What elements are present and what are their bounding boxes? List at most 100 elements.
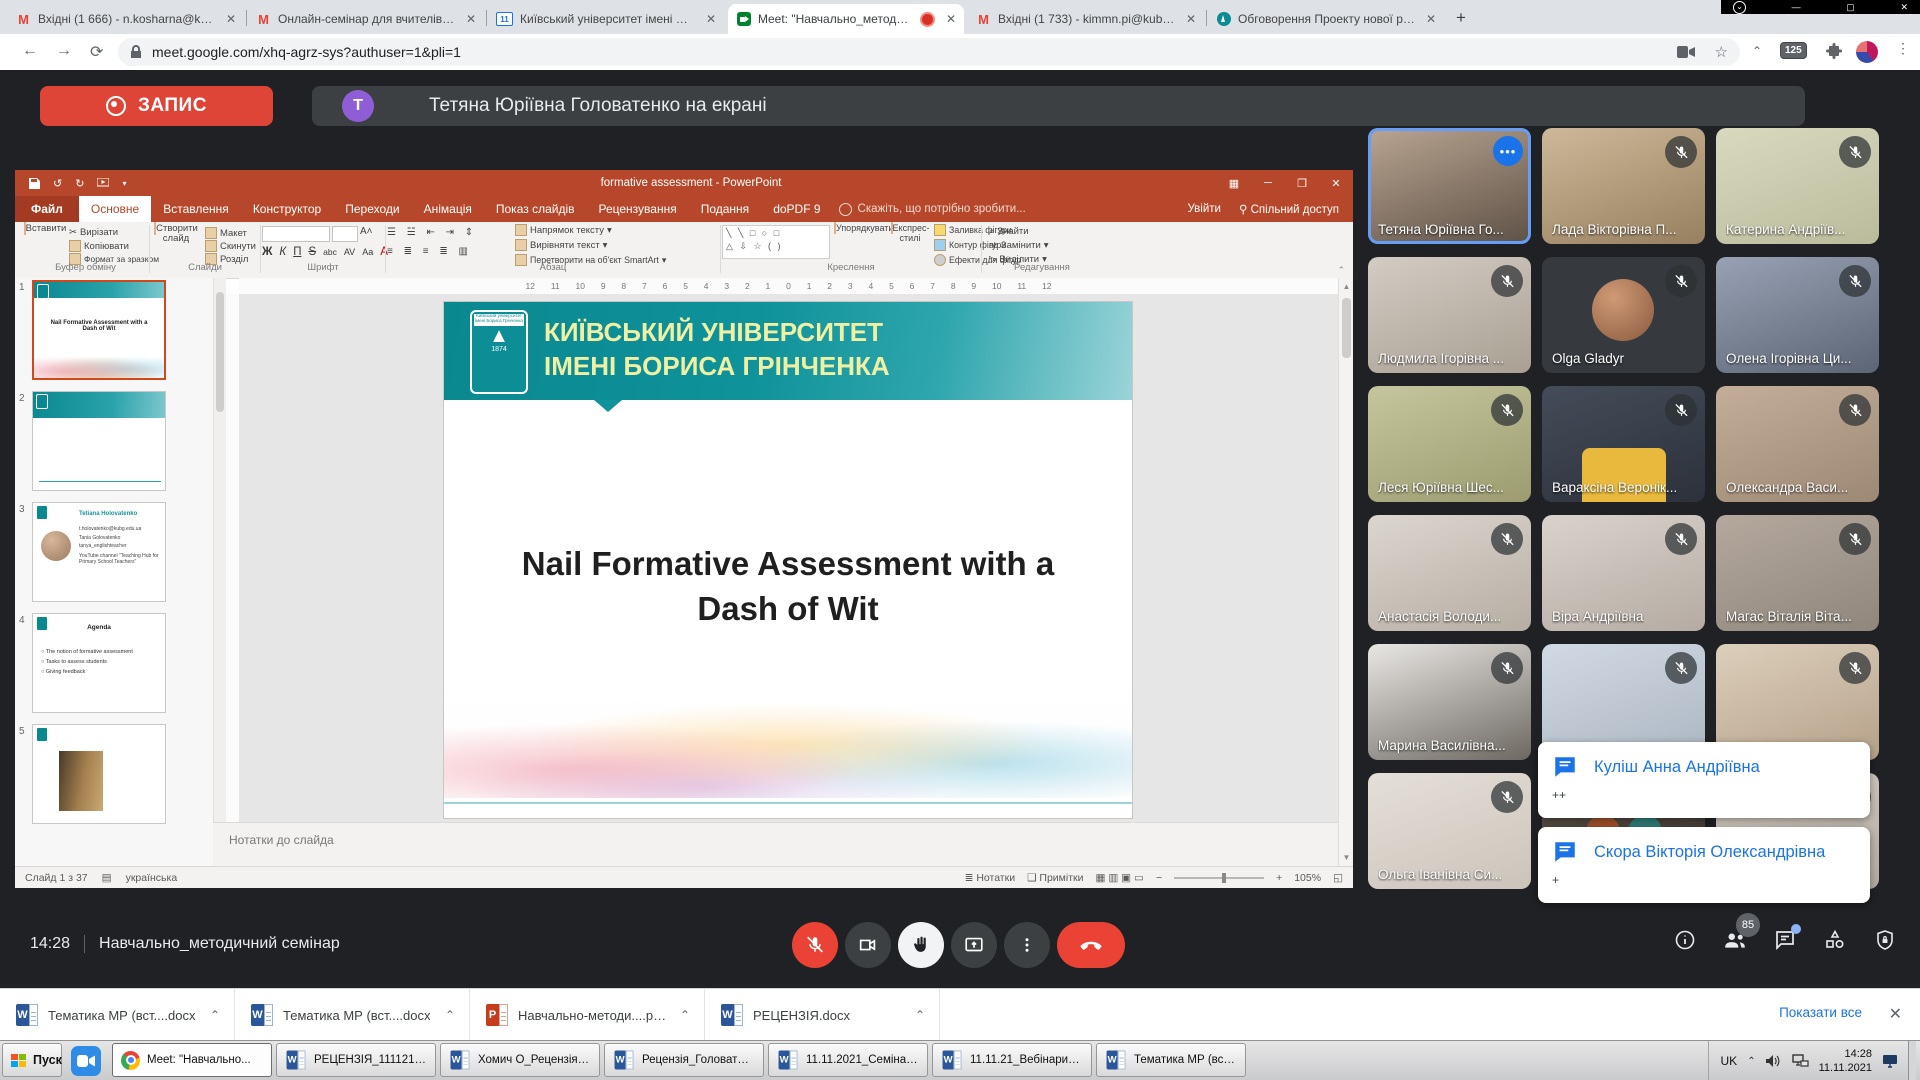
scroll-down-icon[interactable]: ⌄ xyxy=(1733,1,1746,14)
show-desktop-button[interactable] xyxy=(1908,1041,1916,1080)
more-options-button[interactable] xyxy=(1004,922,1050,968)
char-spacing-button[interactable]: AV xyxy=(344,247,355,257)
font-size-box[interactable] xyxy=(332,226,358,242)
present-button[interactable] xyxy=(951,922,997,968)
network-icon[interactable] xyxy=(1792,1054,1809,1069)
close-downloads-icon[interactable]: ✕ xyxy=(1889,1004,1902,1024)
address-bar[interactable]: meet.google.com/xhq-agrz-sys?authuser=1&… xyxy=(118,38,1740,66)
forward-icon[interactable]: → xyxy=(56,42,72,60)
ppt-tab-dopdf[interactable]: doPDF 9 xyxy=(761,196,832,222)
close-icon[interactable]: ✕ xyxy=(466,12,476,26)
ppt-tab-home[interactable]: Основне xyxy=(79,196,151,222)
ppt-tab-slideshow[interactable]: Показ слайдів xyxy=(484,196,587,222)
participant-tile[interactable]: Марина Василівна... xyxy=(1368,644,1531,760)
download-item[interactable]: W Тематика МР (вст....docx ⌃ xyxy=(0,989,235,1041)
back-icon[interactable]: ← xyxy=(22,42,38,60)
italic-button[interactable]: К xyxy=(279,246,286,258)
copy-button[interactable]: Копіювати xyxy=(69,240,129,252)
undo-icon[interactable]: ↺ xyxy=(53,177,62,190)
chevron-up-icon[interactable]: ⌃ xyxy=(915,1008,925,1022)
participant-tile[interactable]: Вараксіна Веронік... xyxy=(1542,386,1705,502)
paste-button[interactable]: Вставити xyxy=(23,224,67,234)
ribbon-options-icon[interactable]: ▦ xyxy=(1217,177,1251,190)
align-text-button[interactable]: Вирівняти текст ▾ xyxy=(515,239,607,251)
new-slide-button[interactable]: Створити слайд xyxy=(151,224,201,245)
participant-tile[interactable]: Леся Юріївна Шес... xyxy=(1368,386,1531,502)
new-tab-button[interactable]: + xyxy=(1456,8,1466,28)
current-slide[interactable]: Київський університет імені Бориса Грінч… xyxy=(444,302,1132,818)
align-buttons[interactable]: ≡ ≣ ≡ ≣ ▥ xyxy=(387,246,472,257)
ppt-tab-design[interactable]: Конструктор xyxy=(241,196,333,222)
camera-app-button[interactable] xyxy=(66,1044,106,1078)
taskbar-task-word[interactable]: W Хомич О_Рецензія [Р... xyxy=(440,1043,600,1077)
save-icon[interactable] xyxy=(29,178,40,189)
text-direction-button[interactable]: Напрямок тексту ▾ xyxy=(515,224,612,236)
tray-clock[interactable]: 14:28 11.11.2021 xyxy=(1819,1047,1872,1076)
tab-gmail-2[interactable]: M Вхідні (1 733) - kimmn.pi@kubg.ed ✕ xyxy=(968,4,1204,34)
download-item[interactable]: W РЕЦЕНЗІЯ.docx ⌃ xyxy=(705,989,940,1041)
zoom-level[interactable]: 105% xyxy=(1294,872,1321,884)
ppt-tab-animations[interactable]: Анімація xyxy=(412,196,484,222)
ppt-tab-insert[interactable]: Вставлення xyxy=(151,196,241,222)
participant-tile[interactable]: Ольга Іванівна Си... xyxy=(1368,773,1531,889)
slide-scrollbar[interactable]: ▲ ▼ xyxy=(1338,278,1353,866)
tab-gmail-1[interactable]: M Вхідні (1 666) - n.kosharna@kubg.e ✕ xyxy=(8,4,244,34)
tab-meet-active[interactable]: Meet: "Навчально_методични ✕ xyxy=(728,4,964,34)
tell-me-box[interactable]: Скажіть, що потрібно зробити... xyxy=(839,203,1026,216)
qat-customize-icon[interactable]: ▾ xyxy=(122,179,126,188)
bold-button[interactable]: Ж xyxy=(262,246,272,258)
language-indicator[interactable]: UK xyxy=(1721,1054,1738,1068)
participant-tile[interactable]: Катерина Андріїв... xyxy=(1716,128,1879,244)
hidden-icons-chevron[interactable]: ⌃ xyxy=(1747,1056,1755,1067)
close-icon[interactable]: ✕ xyxy=(1426,12,1436,26)
participants-button[interactable]: 85 xyxy=(1722,927,1748,953)
replace-button[interactable]: abЗамінити ▾ xyxy=(989,240,1049,251)
reload-icon[interactable]: ⟳ xyxy=(90,42,103,62)
ppt-minimize-icon[interactable]: ─ xyxy=(1251,177,1285,190)
taskbar-task-word[interactable]: W Рецензія_Головатен... xyxy=(604,1043,764,1077)
ppt-tab-file[interactable]: Файл xyxy=(15,196,79,222)
redo-icon[interactable]: ↻ xyxy=(75,177,84,190)
underline-button[interactable]: П xyxy=(293,246,301,258)
ppt-tab-transitions[interactable]: Переходи xyxy=(333,196,411,222)
taskbar-task-word[interactable]: W Тематика МР (вступ ... xyxy=(1096,1043,1246,1077)
fit-slide-icon[interactable]: ◱ xyxy=(1333,872,1343,884)
profile-avatar[interactable] xyxy=(1856,41,1878,63)
maximize-icon[interactable]: ▢ xyxy=(1846,2,1855,13)
participant-tile[interactable]: Віра Андріївна xyxy=(1542,515,1705,631)
shapes-gallery[interactable]: ╲ ╲ □ ○ □ △ ⇩ ☆ ( ) xyxy=(722,225,830,259)
zoom-out-icon[interactable]: − xyxy=(1156,872,1162,884)
shadow-button[interactable]: abc xyxy=(323,247,337,257)
chat-notification[interactable]: Куліш Анна Андріївна ++ xyxy=(1538,742,1870,818)
taskbar-task-word[interactable]: W 11.11.21_Вебінари_... xyxy=(932,1043,1092,1077)
taskbar-task-word[interactable]: W 11.11.2021_Семінар... xyxy=(768,1043,928,1077)
thumbnail-scrollbar[interactable] xyxy=(213,278,226,866)
slideshow-icon[interactable] xyxy=(97,178,109,188)
download-item[interactable]: P Навчально-методи....pptx ⌃ xyxy=(470,989,705,1041)
extension-badge[interactable]: 125 xyxy=(1780,42,1807,59)
show-all-downloads[interactable]: Показати все xyxy=(1779,1005,1862,1020)
view-buttons[interactable]: ▦ ▥ ▣ ▭ xyxy=(1096,872,1144,884)
zoom-slider[interactable] xyxy=(1174,877,1264,879)
display-device-icon[interactable] xyxy=(1882,1054,1898,1068)
close-icon[interactable]: ✕ xyxy=(226,12,236,26)
chevron-up-icon[interactable]: ⌃ xyxy=(210,1008,220,1022)
extensions-puzzle-icon[interactable] xyxy=(1826,43,1842,59)
zoom-in-icon[interactable]: + xyxy=(1276,872,1282,884)
tab-calendar[interactable]: 11 Київський університет імені Борис ✕ xyxy=(488,4,724,34)
thumbnail-slide-1[interactable]: Nail Formative Assessment with a Dash of… xyxy=(32,280,166,380)
browser-menu-icon[interactable]: ⋮ xyxy=(1896,40,1910,57)
taskbar-task-word[interactable]: W РЕЦЕНЗІЯ_111121 - ... xyxy=(276,1043,436,1077)
tile-options-icon[interactable]: ••• xyxy=(1493,136,1523,166)
list-buttons[interactable]: ☰ ☱ ⇤ ⇥ ⇕ xyxy=(387,227,477,238)
volume-icon[interactable] xyxy=(1766,1054,1782,1068)
start-button[interactable]: Пуск xyxy=(2,1043,62,1077)
ppt-tab-view[interactable]: Подання xyxy=(689,196,761,222)
camera-toggle-button[interactable] xyxy=(845,922,891,968)
participant-tile[interactable]: Анастасія Володи... xyxy=(1368,515,1531,631)
font-name-box[interactable] xyxy=(262,226,330,242)
thumbnail-slide-4[interactable]: Agenda ○ The notion of formative assessm… xyxy=(32,613,166,713)
thumbnail-slide-5[interactable] xyxy=(32,724,166,824)
language-indicator[interactable]: українська xyxy=(126,872,178,884)
participant-tile[interactable]: Людмила Ігорівна ... xyxy=(1368,257,1531,373)
